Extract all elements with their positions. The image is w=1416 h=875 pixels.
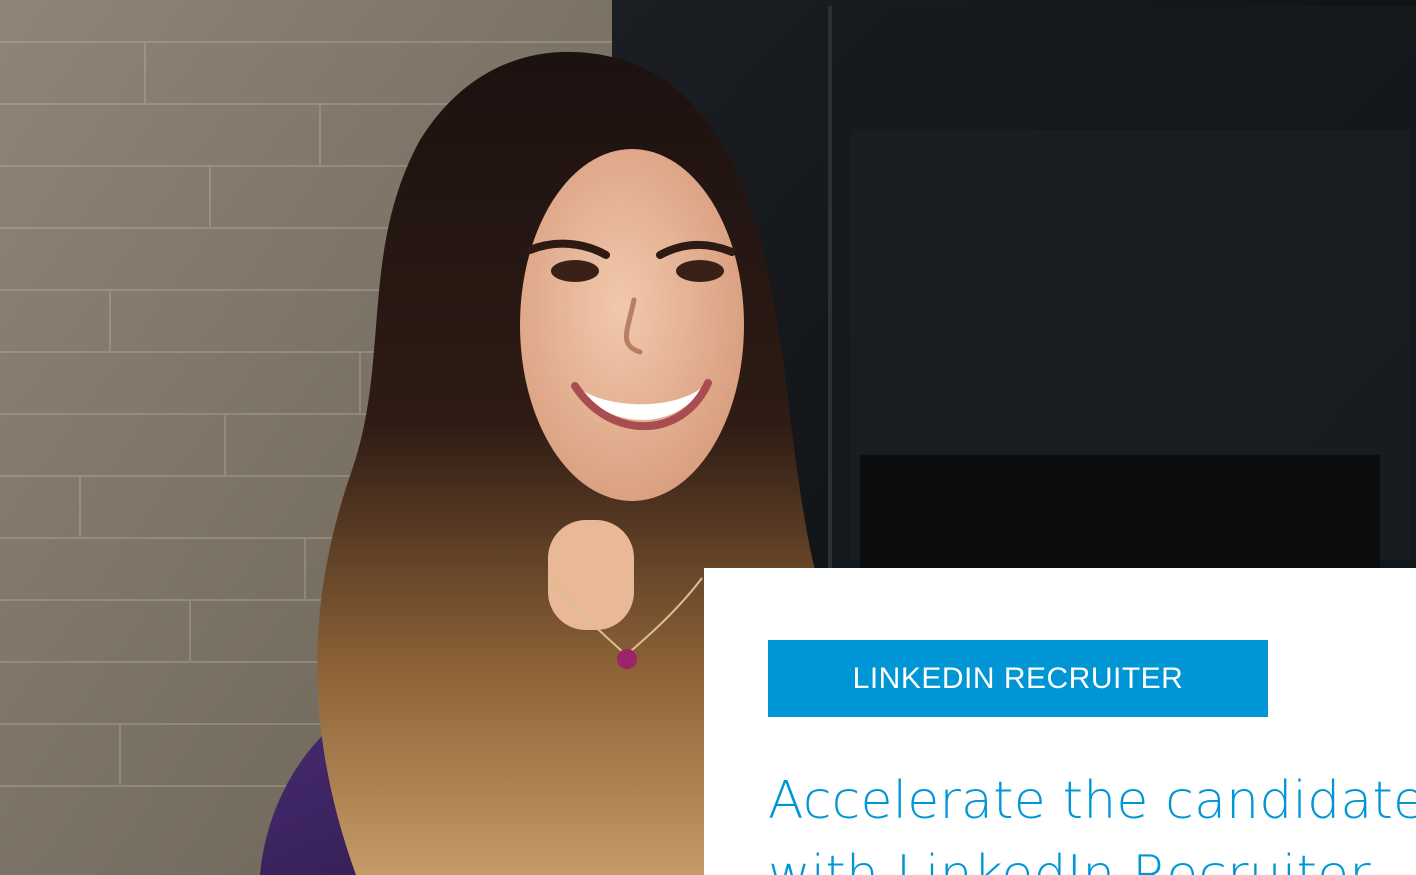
linkedin-recruiter-badge[interactable]: LINKEDIN RECRUITER bbox=[768, 640, 1268, 717]
hero-headline: Accelerate the candidate journey with Li… bbox=[768, 771, 1416, 875]
linkedin-recruiter-label: LINKEDIN RECRUITER bbox=[852, 661, 1184, 695]
content-card: LINKEDIN RECRUITER Accelerate the candid… bbox=[704, 568, 1416, 875]
hero-page: LINKEDIN RECRUITER Accelerate the candid… bbox=[0, 0, 1416, 875]
